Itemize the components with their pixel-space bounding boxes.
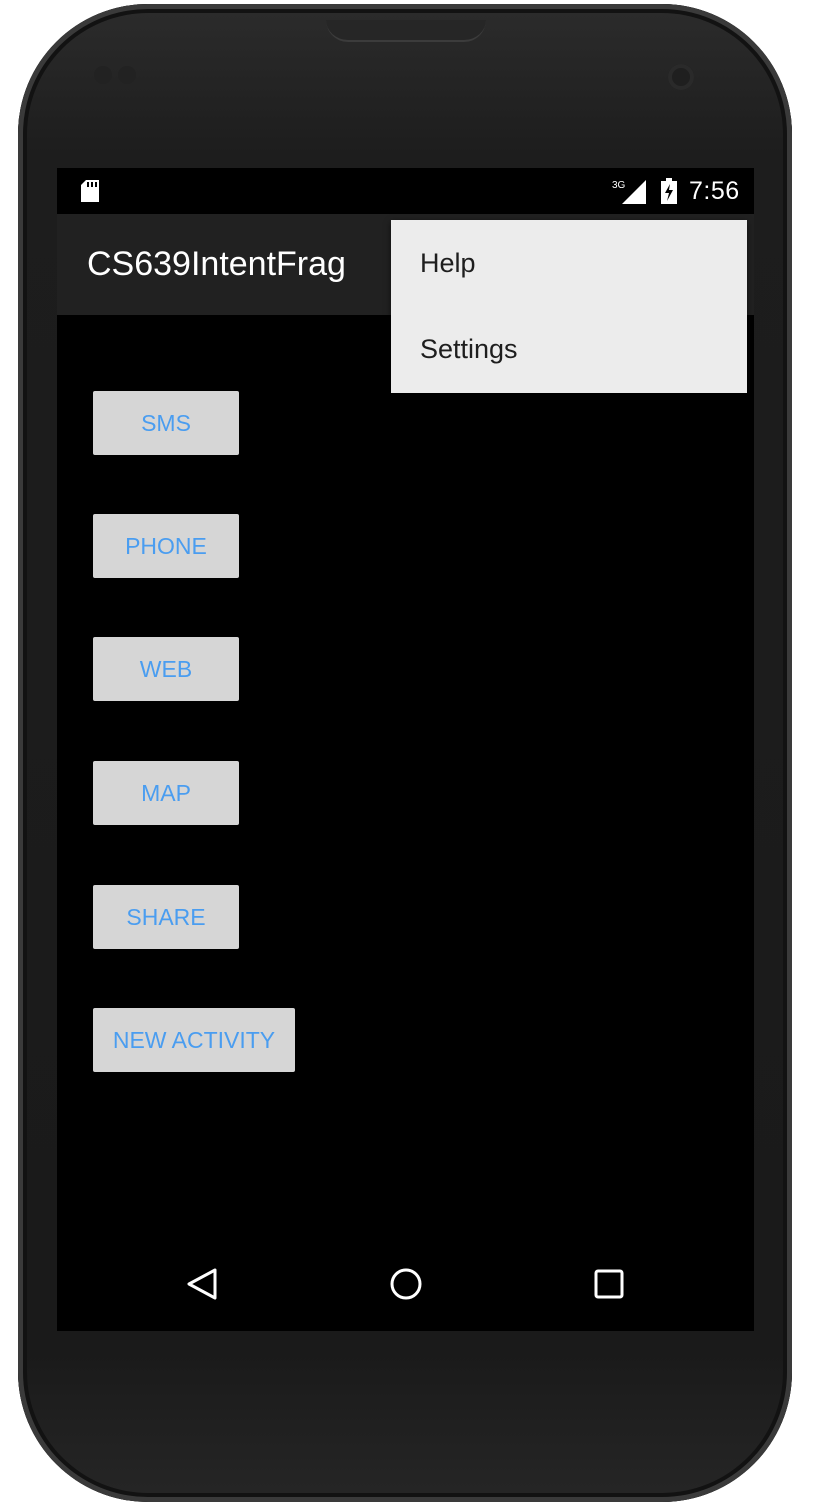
new-activity-button[interactable]: NEW ACTIVITY [93,1008,295,1072]
home-icon [390,1268,422,1300]
phone-button[interactable]: PHONE [93,514,239,578]
share-button[interactable]: SHARE [93,885,239,949]
status-bar: 3G 7:56 [57,168,754,214]
battery-icon [661,178,677,204]
menu-item-settings[interactable]: Settings [391,306,747,392]
device-screen: 3G 7:56 CS639IntentFrag SMS PHONE WEB MA… [57,168,754,1331]
menu-item-help[interactable]: Help [391,220,747,306]
earpiece-speaker [326,20,486,42]
sms-button[interactable]: SMS [93,391,239,455]
back-button[interactable] [178,1260,226,1308]
front-camera [668,64,694,90]
navigation-bar [57,1238,754,1331]
signal-icon: 3G [612,180,646,204]
app-title: CS639IntentFrag [87,245,346,283]
recents-button[interactable] [585,1260,633,1308]
proximity-sensors [94,66,154,84]
status-clock: 7:56 [689,177,740,205]
back-icon [187,1268,217,1300]
web-button[interactable]: WEB [93,637,239,701]
map-button[interactable]: MAP [93,761,239,825]
sd-card-icon [81,180,99,202]
home-button[interactable] [382,1260,430,1308]
overflow-menu: Help Settings [391,220,747,393]
recents-icon [594,1269,624,1299]
network-type-label: 3G [612,180,626,191]
